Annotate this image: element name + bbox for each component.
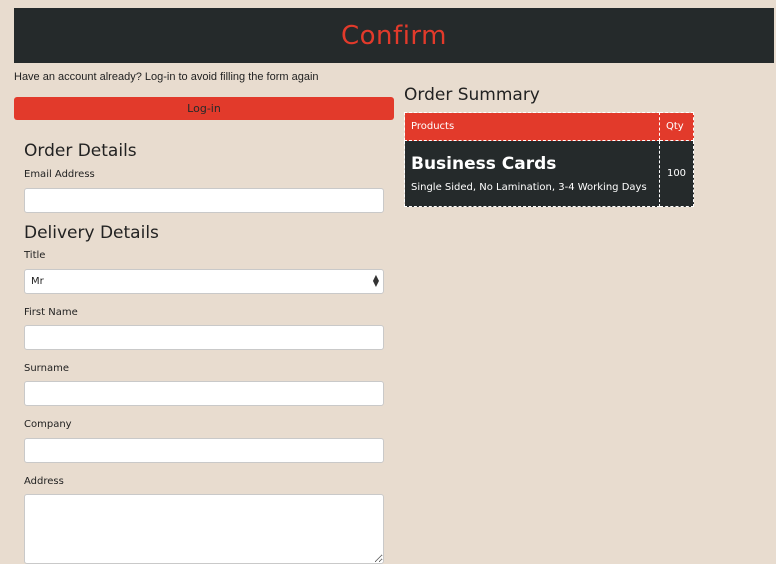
product-name: Business Cards	[411, 154, 557, 174]
qty-column-header: Qty	[659, 112, 694, 141]
address-field[interactable]	[24, 494, 384, 564]
delivery-details-heading: Delivery Details	[24, 223, 159, 243]
email-field[interactable]	[24, 188, 384, 213]
company-field[interactable]	[24, 438, 384, 463]
page-title: Confirm	[341, 20, 447, 51]
order-details-heading: Order Details	[24, 141, 137, 161]
address-label: Address	[24, 476, 64, 487]
page-header: Confirm	[14, 8, 774, 63]
select-arrows-icon: ▲ ▼	[372, 273, 379, 288]
first-name-field[interactable]	[24, 325, 384, 350]
company-label: Company	[24, 419, 72, 430]
surname-label: Surname	[24, 363, 69, 374]
title-select-value: Mr	[31, 276, 44, 287]
summary-header-row: Products Qty	[404, 112, 694, 141]
title-label: Title	[24, 250, 46, 261]
order-summary-heading: Order Summary	[404, 85, 540, 105]
email-label: Email Address	[24, 169, 95, 180]
qty-cell: 100	[659, 140, 694, 207]
first-name-label: First Name	[24, 307, 78, 318]
login-hint-text: Have an account already? Log-in to avoid…	[14, 71, 319, 83]
products-column-header: Products	[404, 112, 660, 141]
order-summary-table: Products Qty Business Cards Single Sided…	[404, 112, 694, 207]
product-details: Single Sided, No Lamination, 3-4 Working…	[411, 182, 647, 193]
surname-field[interactable]	[24, 381, 384, 406]
product-cell: Business Cards Single Sided, No Laminati…	[404, 140, 660, 207]
title-select[interactable]: Mr ▲ ▼	[24, 269, 384, 294]
table-row: Business Cards Single Sided, No Laminati…	[404, 140, 694, 207]
login-button[interactable]: Log-in	[14, 97, 394, 120]
